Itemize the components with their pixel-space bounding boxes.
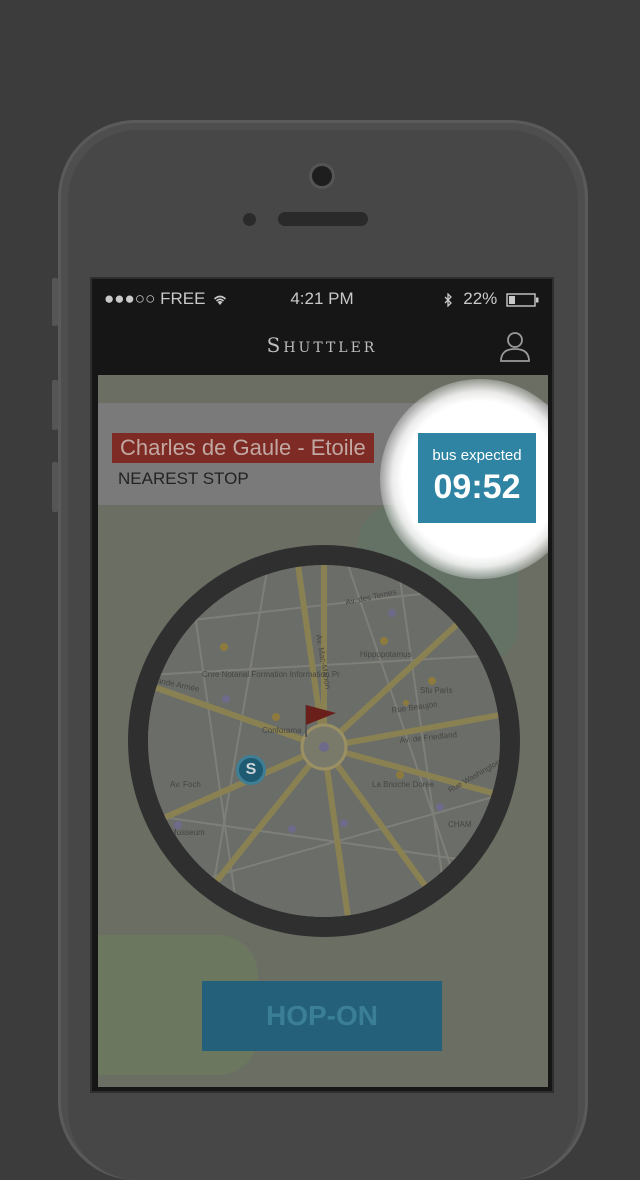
svg-text:Cnre Notarial Formation Inform: Cnre Notarial Formation Information Pr (202, 670, 340, 679)
map-svg: Av. des Ternes Hippopotamus Av. Mac-Maho… (148, 565, 500, 917)
stop-name: Charles de Gaule - Etoile (112, 433, 374, 463)
mute-switch (52, 278, 58, 326)
map-view[interactable]: Av. des Ternes Hippopotamus Av. Mac-Maho… (148, 565, 500, 917)
phone-screen: ●●●○○ FREE 4:21 PM 22% Shuttler Charles … (90, 277, 554, 1093)
user-icon[interactable] (498, 329, 532, 363)
battery-status: 22% (443, 289, 541, 309)
volume-up-button (52, 380, 58, 430)
svg-text:CHAM: CHAM (448, 820, 472, 829)
svg-text:La Brioche Dorée: La Brioche Dorée (372, 780, 435, 789)
hop-on-button[interactable]: HOP-ON (202, 981, 442, 1051)
eta-box[interactable]: bus expected 09:52 (418, 433, 536, 523)
eta-time: 09:52 (433, 468, 521, 506)
front-camera (312, 166, 332, 186)
battery-icon (506, 292, 539, 307)
status-bar: ●●●○○ FREE 4:21 PM 22% (92, 279, 552, 319)
svg-text:Conforama: Conforama (262, 726, 302, 735)
svg-text:Sfu Paris: Sfu Paris (420, 686, 452, 695)
svg-text:Hippopotamus: Hippopotamus (360, 650, 412, 659)
nav-bar: Shuttler (92, 319, 552, 375)
svg-text:Musseum: Musseum (170, 828, 205, 837)
shuttle-marker[interactable]: S (236, 755, 266, 785)
battery-percent: 22% (463, 289, 498, 308)
shuttle-marker-label: S (245, 761, 257, 778)
svg-text:Av. Foch: Av. Foch (170, 780, 201, 789)
proximity-sensor (243, 213, 256, 226)
arc-marker (319, 742, 329, 752)
stop-subtitle: NEAREST STOP (118, 469, 249, 488)
app-title: Shuttler (266, 333, 378, 357)
bluetooth-icon (444, 291, 452, 308)
eta-label: bus expected (432, 447, 522, 464)
volume-down-button (52, 462, 58, 512)
map-screen: Charles de Gaule - Etoile NEAREST STOP b… (98, 375, 548, 1087)
earpiece-speaker (278, 212, 368, 226)
